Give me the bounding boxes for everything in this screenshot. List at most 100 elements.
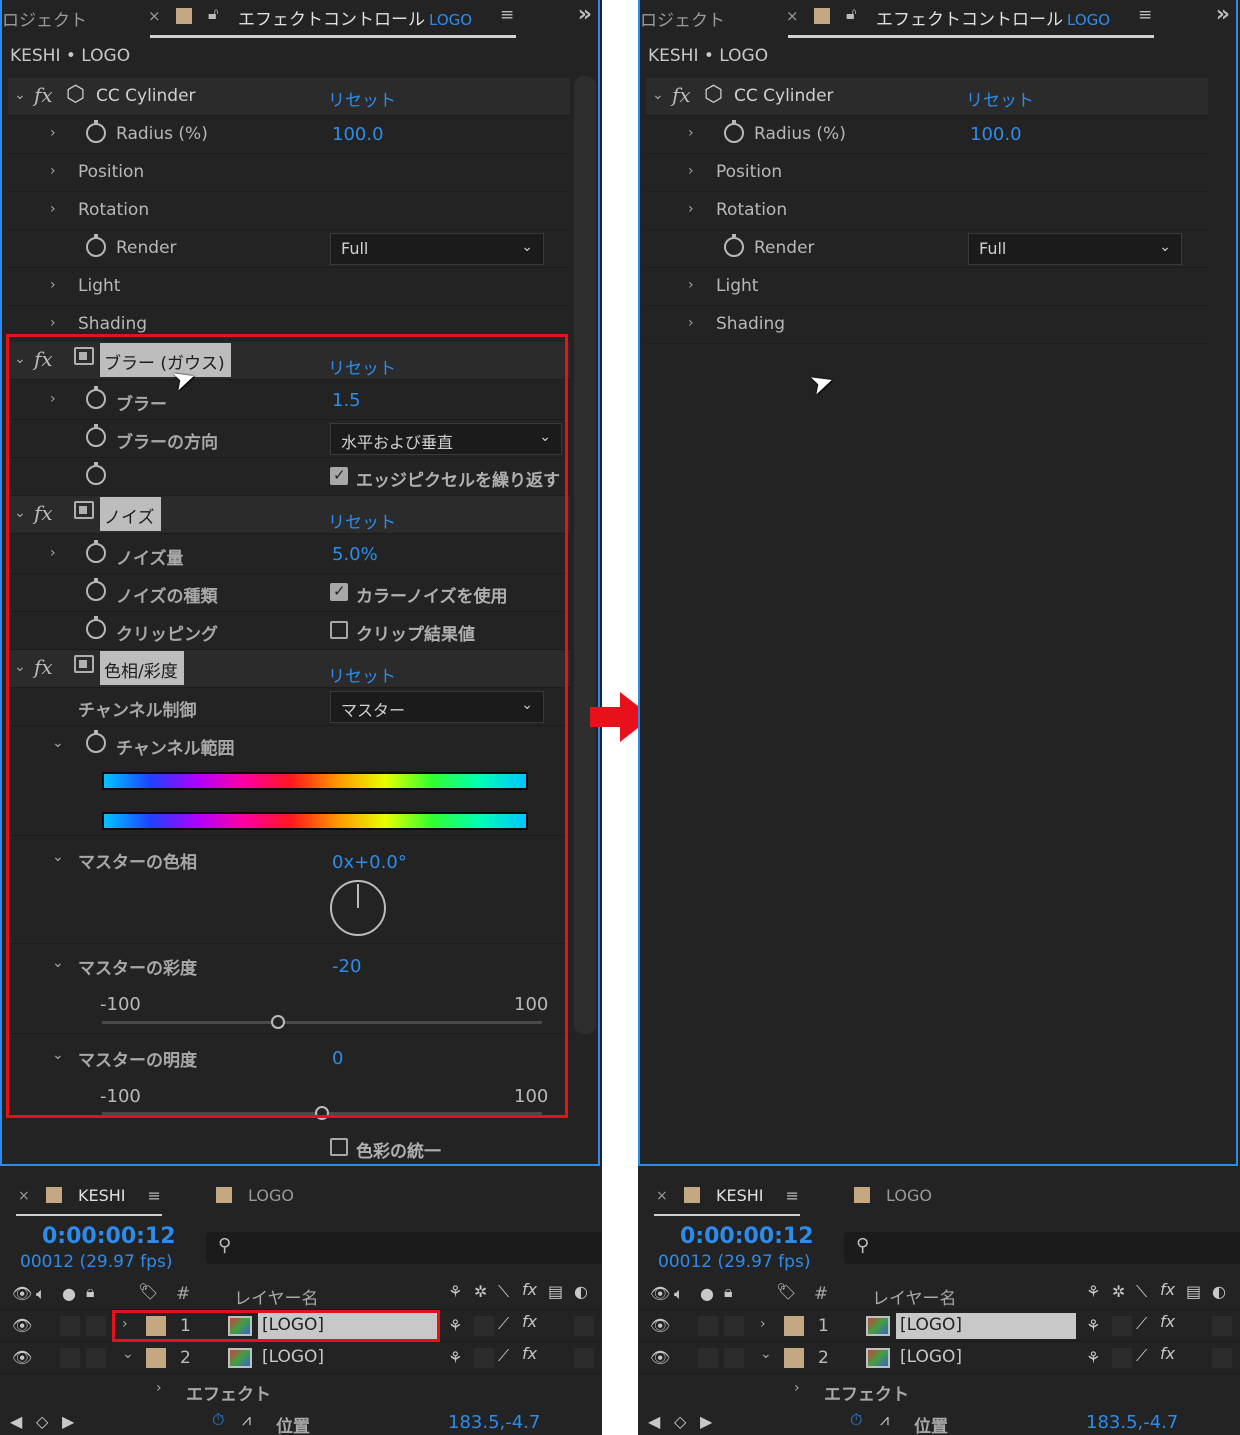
- label-color-swatch[interactable]: [784, 1348, 804, 1368]
- quality-icon[interactable]: ⟋: [1136, 1346, 1147, 1366]
- panel-menu-icon[interactable]: ≡: [500, 5, 514, 25]
- current-timecode[interactable]: 0:00:00:12: [680, 1224, 814, 1249]
- chevron-right-icon[interactable]: ›: [50, 391, 56, 407]
- label-tag-icon[interactable]: 🏷︎: [138, 1282, 158, 1301]
- timeline-tab-logo[interactable]: LOGO: [854, 1186, 932, 1205]
- label-tag-icon[interactable]: 🏷︎: [776, 1282, 796, 1301]
- stopwatch-icon[interactable]: ⏱︎: [850, 1410, 862, 1430]
- panel-menu-icon[interactable]: ≡: [786, 1186, 799, 1205]
- chevron-right-icon[interactable]: ›: [760, 1316, 766, 1332]
- eye-icon[interactable]: 👁︎: [12, 1348, 32, 1367]
- layer-name[interactable]: [LOGO]: [896, 1347, 966, 1367]
- quality-icon[interactable]: ⟋: [498, 1314, 509, 1334]
- frame-blend-icon[interactable]: ▤: [1186, 1282, 1201, 1301]
- solo-icon[interactable]: ●: [62, 1284, 76, 1303]
- lock-icon[interactable]: 🔓︎: [208, 4, 218, 24]
- effect-group-row[interactable]: › エフェクト: [0, 1374, 602, 1406]
- lock-icon[interactable]: 🔒︎: [86, 1282, 95, 1302]
- chevron-right-icon[interactable]: ›: [688, 315, 694, 331]
- property-value[interactable]: -20: [332, 956, 361, 977]
- stopwatch-icon[interactable]: [86, 730, 106, 753]
- channel-control-dropdown[interactable]: マスター ⌄: [330, 691, 544, 723]
- chevron-down-icon[interactable]: ⌄: [52, 735, 64, 751]
- close-tab-icon[interactable]: ×: [786, 7, 799, 25]
- chevron-down-icon[interactable]: ⌄: [14, 87, 26, 103]
- channel-range-bottom-bar[interactable]: [102, 812, 528, 830]
- property-value[interactable]: 100.0: [970, 124, 1022, 145]
- layer-row[interactable]: 👁︎ › 1 [LOGO] ⚘ ⟋ fx: [0, 1310, 602, 1342]
- effect-name[interactable]: 色相/彩度: [100, 651, 184, 685]
- chevron-right-icon[interactable]: ›: [688, 163, 694, 179]
- chevron-down-icon[interactable]: ⌄: [52, 849, 64, 865]
- fx-toggle-icon[interactable]: fx: [34, 83, 53, 107]
- stopwatch-icon[interactable]: [86, 234, 106, 257]
- property-value[interactable]: 0x+0.0°: [332, 852, 407, 873]
- prev-keyframe-icon[interactable]: ◀: [10, 1412, 22, 1431]
- stopwatch-icon[interactable]: [724, 120, 744, 143]
- effect-controls-tab[interactable]: エフェクトコントロール LOGO: [876, 5, 1110, 30]
- motion-blur-toggle[interactable]: [1212, 1316, 1232, 1336]
- stopwatch-icon[interactable]: [86, 616, 106, 639]
- chevron-right-icon[interactable]: ›: [50, 277, 56, 293]
- close-tab-icon[interactable]: ×: [148, 7, 161, 25]
- lock-icon[interactable]: 🔒︎: [724, 1282, 733, 1302]
- layer-name[interactable]: [LOGO]: [258, 1313, 438, 1339]
- effect-header-cc-cylinder[interactable]: ⌄ fx ⬡ CC Cylinder リセット: [646, 78, 1208, 116]
- panel-menu-icon[interactable]: ≡: [1138, 5, 1152, 25]
- chevron-down-icon[interactable]: ⌄: [14, 351, 26, 367]
- collapse-toggle[interactable]: [1112, 1316, 1132, 1336]
- label-color-swatch[interactable]: [784, 1316, 804, 1336]
- close-tab-icon[interactable]: ×: [656, 1188, 668, 1204]
- reset-link[interactable]: リセット: [328, 662, 396, 687]
- eye-icon[interactable]: 👁︎: [650, 1348, 670, 1367]
- fx-toggle-icon[interactable]: fx: [522, 1344, 537, 1363]
- property-value[interactable]: 100.0: [332, 124, 384, 145]
- effect-name[interactable]: ノイズ: [100, 497, 161, 531]
- layer-row[interactable]: 👁︎ ⌄ 2 [LOGO] ⚘ ⟋ fx: [0, 1342, 602, 1374]
- stopwatch-icon[interactable]: [86, 540, 106, 563]
- collapse-toggle[interactable]: [1112, 1348, 1132, 1368]
- motion-blur-toggle[interactable]: [574, 1316, 594, 1336]
- fx-toggle-icon[interactable]: fx: [1160, 1344, 1175, 1363]
- color-noise-checkbox[interactable]: [330, 582, 348, 601]
- audio-toggle[interactable]: [698, 1348, 718, 1368]
- shy-icon[interactable]: ⚘: [448, 1348, 462, 1367]
- more-panels-icon[interactable]: »: [1216, 2, 1230, 27]
- layer-row[interactable]: 👁︎ › 1 [LOGO] ⚘ ⟋ fx: [638, 1310, 1240, 1342]
- project-tab[interactable]: ロジェクト: [2, 6, 87, 31]
- hue-dial[interactable]: [330, 880, 386, 936]
- chevron-right-icon[interactable]: ›: [50, 163, 56, 179]
- motion-blur-toggle[interactable]: [574, 1348, 594, 1368]
- fx-toggle-icon[interactable]: fx: [672, 83, 691, 107]
- chevron-right-icon[interactable]: ›: [794, 1380, 800, 1396]
- lock-toggle[interactable]: [86, 1348, 106, 1368]
- effect-group-row[interactable]: › エフェクト: [638, 1374, 1240, 1406]
- label-color-swatch[interactable]: [146, 1316, 166, 1336]
- collapse-icon[interactable]: ✲: [474, 1282, 487, 1301]
- lock-icon[interactable]: 🔓︎: [846, 4, 856, 24]
- eye-icon[interactable]: 👁︎: [650, 1316, 670, 1335]
- chevron-down-icon[interactable]: ⌄: [14, 659, 26, 675]
- collapse-icon[interactable]: ✲: [1112, 1282, 1125, 1301]
- audio-icon[interactable]: 🔈︎: [36, 1284, 46, 1304]
- audio-toggle[interactable]: [60, 1348, 80, 1368]
- chevron-down-icon[interactable]: ⌄: [52, 955, 64, 971]
- fx-toggle-icon[interactable]: fx: [1160, 1312, 1175, 1331]
- layer-search-field[interactable]: ⚲: [844, 1232, 1240, 1264]
- fx-toggle-icon[interactable]: fx: [34, 501, 53, 525]
- chevron-right-icon[interactable]: ›: [156, 1380, 162, 1396]
- chevron-right-icon[interactable]: ›: [50, 545, 56, 561]
- audio-toggle[interactable]: [698, 1316, 718, 1336]
- effect-header-cc-cylinder[interactable]: ⌄ fx ⬡ CC Cylinder リセット: [8, 78, 570, 116]
- shy-icon[interactable]: ⚘: [448, 1282, 462, 1301]
- motion-blur-icon[interactable]: ◐: [574, 1282, 588, 1301]
- quality-icon[interactable]: ⟋: [498, 1346, 509, 1366]
- collapse-toggle[interactable]: [474, 1348, 494, 1368]
- add-keyframe-icon[interactable]: ◇: [36, 1412, 48, 1431]
- column-layer-name-header[interactable]: レイヤー名: [872, 1284, 957, 1309]
- next-keyframe-icon[interactable]: ▶: [62, 1412, 74, 1431]
- timeline-tab-keshi[interactable]: KESHI ≡: [684, 1186, 799, 1205]
- fx-toggle-icon[interactable]: fx: [34, 347, 53, 371]
- effect-controls-tab[interactable]: エフェクトコントロール LOGO: [238, 5, 472, 30]
- shy-icon[interactable]: ⚘: [1086, 1316, 1100, 1335]
